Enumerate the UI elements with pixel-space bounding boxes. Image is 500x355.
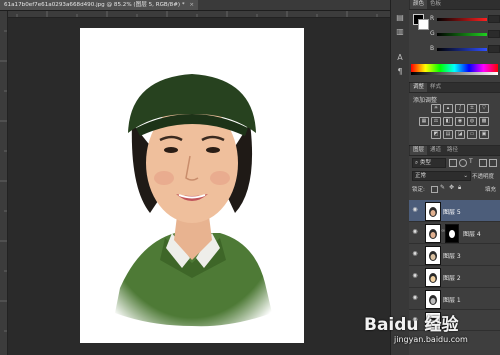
lock-label: 锁定: (412, 187, 425, 193)
horizontal-ruler[interactable] (7, 11, 390, 18)
layer-name[interactable]: 图层 1 (443, 295, 461, 304)
properties-icon[interactable]: ▥ (394, 26, 406, 38)
lock-image-icon[interactable]: ✎ (440, 185, 446, 191)
layers-panel-tabs: 图层 通道 路径 (409, 146, 500, 156)
tab-color[interactable]: 颜色 (410, 0, 428, 9)
red-value-field[interactable] (488, 15, 500, 23)
tab-layers[interactable]: 图层 (410, 146, 428, 155)
tab-adjustments[interactable]: 调整 (410, 83, 428, 92)
layer-row-4[interactable]: ◉ ∞ 图层 4 (409, 222, 500, 244)
blue-slider[interactable] (437, 48, 487, 51)
layer-name[interactable]: 图层 2 (443, 273, 461, 282)
vertical-ruler[interactable] (0, 11, 8, 355)
green-slider[interactable] (437, 33, 487, 36)
canvas-area[interactable] (8, 18, 390, 355)
blend-mode-value: 正常 (415, 173, 427, 179)
color-spectrum[interactable] (411, 64, 498, 75)
layer-thumbnail (425, 268, 441, 287)
history-icon[interactable]: ▤ (394, 12, 406, 24)
red-slider[interactable] (437, 18, 487, 21)
black-white-icon[interactable]: ◧ (443, 117, 453, 126)
document-canvas[interactable] (80, 28, 304, 343)
filter-shape-icon[interactable] (479, 159, 487, 167)
layer-thumbnail (425, 246, 441, 265)
color-panel: 颜色 色板 R G B (409, 0, 500, 82)
lock-all-icon[interactable]: 🔒︎ (458, 185, 464, 191)
tab-paths[interactable]: 路径 (444, 146, 461, 155)
vibrance-icon[interactable]: ▽ (479, 104, 489, 113)
brightness-icon[interactable]: ☀ (431, 104, 441, 113)
visibility-eye-icon[interactable]: ◉ (411, 294, 419, 302)
tab-styles[interactable]: 样式 (427, 83, 444, 92)
filter-type-icon[interactable]: T (469, 158, 475, 166)
layer-filter-value: 类型 (419, 160, 431, 166)
tab-channels[interactable]: 通道 (427, 146, 444, 155)
selective-color-icon[interactable]: ▣ (479, 130, 489, 139)
green-value-field[interactable] (488, 30, 500, 38)
layer-row-3[interactable]: ◉ 图层 3 (409, 244, 500, 266)
portrait-photo (80, 28, 304, 343)
green-label: G (430, 30, 435, 37)
threshold-icon[interactable]: ◪ (455, 130, 465, 139)
color-balance-icon[interactable]: ⚖ (431, 117, 441, 126)
lock-position-icon[interactable]: ✥ (449, 185, 455, 191)
tab-swatches[interactable]: 色板 (427, 0, 444, 9)
chevron-down-icon: ⌄ (463, 173, 468, 179)
search-icon: ⌕ (415, 160, 419, 166)
posterize-icon[interactable]: ▤ (443, 130, 453, 139)
exposure-icon[interactable]: ± (467, 104, 477, 113)
layer-name[interactable]: 图层 4 (463, 229, 481, 238)
filter-adjustment-icon[interactable] (459, 159, 467, 167)
blend-mode-select[interactable]: 正常 ⌄ (412, 171, 471, 181)
layer-thumbnail (425, 224, 441, 243)
blue-value-field[interactable] (488, 45, 500, 53)
layer-row-5[interactable]: ◉ 图层 5 (409, 200, 500, 222)
adjustments-panel: 调整 样式 添加调整 ☀ ▴ ∫ ± ▽ ▦ ⚖ ◧ ◉ ◍ ▩ ◩ ▤ ◪ ▭… (409, 83, 500, 145)
baidu-logo: Baidu 经验 (364, 315, 459, 335)
layer-thumbnail (425, 202, 441, 221)
filter-smart-icon[interactable] (489, 159, 497, 167)
document-tab-bar: 61a17b0ef7e61a0293a668d490.jpg @ 85.2% (… (0, 0, 390, 11)
gradient-map-icon[interactable]: ▭ (467, 130, 477, 139)
channel-mixer-icon[interactable]: ◍ (467, 117, 477, 126)
baidu-watermark: Baidu 经验 jingyan.baidu.com (354, 306, 500, 355)
adjustments-title: 添加调整 (413, 97, 438, 104)
red-label: R (430, 15, 435, 22)
layer-name[interactable]: 图层 5 (443, 207, 461, 216)
visibility-eye-icon[interactable]: ◉ (411, 206, 419, 214)
invert-icon[interactable]: ◩ (431, 130, 441, 139)
layer-filter-select[interactable]: ⌕ 类型 (412, 158, 446, 168)
filter-pixel-icon[interactable] (449, 159, 457, 167)
paragraph-icon[interactable]: ¶ (394, 66, 406, 78)
curves-icon[interactable]: ∫ (455, 104, 465, 113)
visibility-eye-icon[interactable]: ◉ (411, 228, 419, 236)
levels-icon[interactable]: ▴ (443, 104, 453, 113)
lock-transparent-icon[interactable] (431, 186, 438, 193)
background-color-swatch[interactable] (418, 19, 429, 30)
adjustments-panel-tabs: 调整 样式 (409, 83, 500, 93)
blue-label: B (430, 45, 435, 52)
hue-saturation-icon[interactable]: ▦ (419, 117, 429, 126)
visibility-eye-icon[interactable]: ◉ (411, 272, 419, 280)
layer-mask-thumbnail[interactable] (445, 224, 459, 243)
color-lookup-icon[interactable]: ▩ (479, 117, 489, 126)
close-icon[interactable]: × (189, 2, 194, 8)
opacity-label: 不透明度 (472, 174, 495, 180)
layer-name[interactable]: 图层 3 (443, 251, 461, 260)
photo-filter-icon[interactable]: ◉ (455, 117, 465, 126)
document-tab-label: 61a17b0ef7e61a0293a668d490.jpg @ 85.2% (… (4, 2, 185, 8)
color-panel-tabs: 颜色 色板 (409, 0, 500, 10)
watermark-url: jingyan.baidu.com (394, 335, 468, 344)
fill-label: 填充 (485, 187, 497, 193)
layer-row-2[interactable]: ◉ 图层 2 (409, 266, 500, 288)
visibility-eye-icon[interactable]: ◉ (411, 250, 419, 258)
character-icon[interactable]: A (394, 52, 406, 64)
document-tab[interactable]: 61a17b0ef7e61a0293a668d490.jpg @ 85.2% (… (0, 0, 199, 10)
panel-dock-strip: ▤ ▥ A ¶ (390, 0, 410, 355)
